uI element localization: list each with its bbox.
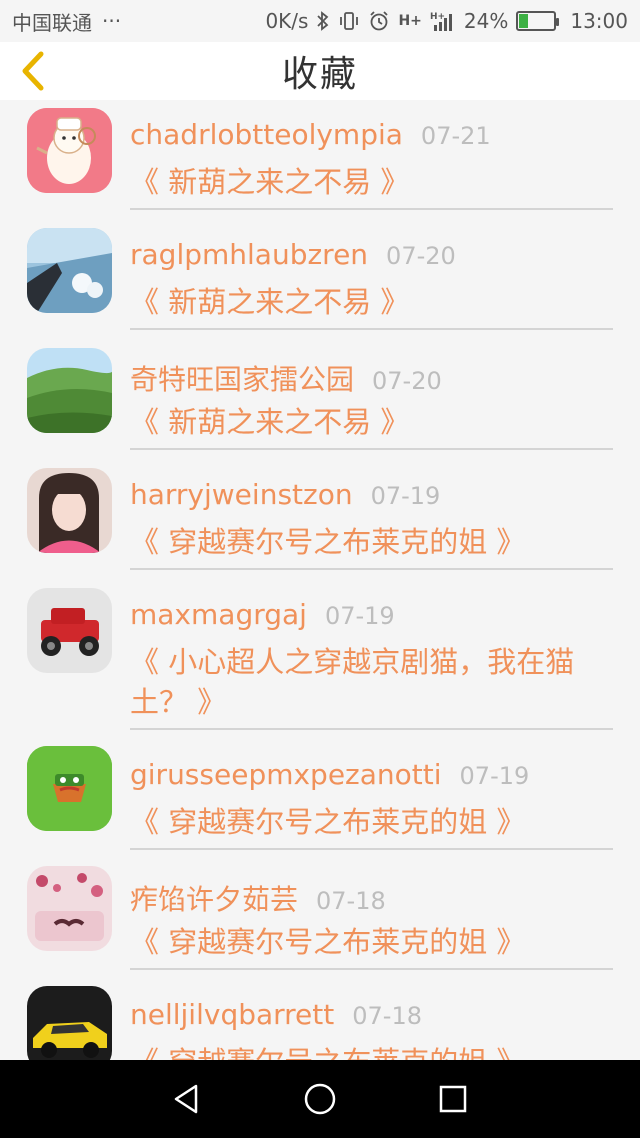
date: 07-19	[370, 482, 441, 510]
date: 07-19	[459, 762, 530, 790]
chevron-left-icon	[22, 51, 44, 91]
user-name: harryjweinstzon	[130, 478, 353, 511]
avatar	[27, 866, 112, 951]
nav-recents-button[interactable]	[423, 1069, 483, 1129]
book-title: 《 穿越赛尔号之布莱克的姐 》	[130, 925, 526, 959]
notification-dots: ···	[102, 9, 122, 33]
header: 收藏	[0, 42, 640, 100]
user-name: maxmagrgaj	[130, 598, 307, 631]
network-speed: 0K/s	[265, 9, 309, 33]
divider	[130, 568, 613, 570]
user-name: nelljilvqbarrett	[130, 998, 335, 1031]
book-title: 《 新葫之来之不易 》	[130, 165, 410, 199]
avatar	[27, 228, 112, 313]
date: 07-20	[372, 367, 442, 395]
avatar	[27, 986, 112, 1060]
favorites-list: chadrlobtteolympia 07-21 《 新葫之来之不易 》 rag…	[0, 100, 640, 1060]
book-title: 《 新葫之来之不易 》	[130, 285, 410, 319]
navigation-bar	[0, 1060, 640, 1138]
status-bar: 中国联通 ··· 0K/s H+ H+ 24% 13:00	[0, 0, 640, 42]
avatar	[27, 108, 112, 193]
book-title: 《 穿越赛尔号之布莱克的姐 》	[130, 525, 526, 559]
signal-bars-icon: H+	[430, 11, 456, 31]
svg-text:H+: H+	[430, 12, 445, 22]
avatar	[27, 746, 112, 831]
page-title: 收藏	[281, 54, 358, 95]
list-item[interactable]: nelljilvqbarrett 07-18 《 穿越赛尔号之布莱克的姐 》	[0, 980, 640, 1060]
user-name: 奇特旺国家擂公园	[130, 363, 355, 396]
square-recents-icon	[440, 1085, 467, 1113]
divider	[130, 728, 613, 730]
battery-percent: 24%	[463, 9, 509, 33]
list-item[interactable]: girusseepmxpezanotti 07-19 《 穿越赛尔号之布莱克的姐…	[0, 740, 640, 860]
divider	[130, 968, 613, 970]
list-item[interactable]: maxmagrgaj 07-19 《 小心超人之穿越京剧猫，我在猫土？ 》	[0, 580, 640, 740]
avatar	[27, 348, 112, 433]
date: 07-18	[352, 1002, 422, 1030]
nav-back-button[interactable]	[157, 1069, 217, 1129]
back-button[interactable]	[10, 48, 56, 94]
book-title: 《 穿越赛尔号之布莱克的姐 》	[130, 1042, 610, 1060]
list-item[interactable]: chadrlobtteolympia 07-21 《 新葫之来之不易 》	[0, 100, 640, 220]
list-item[interactable]: harryjweinstzon 07-19 《 穿越赛尔号之布莱克的姐 》	[0, 460, 640, 580]
divider	[130, 328, 613, 330]
vibrate-icon	[338, 11, 360, 31]
book-title: 《 穿越赛尔号之布莱克的姐 》	[130, 805, 526, 839]
bluetooth-icon	[316, 11, 330, 31]
date: 07-19	[324, 602, 395, 630]
battery-fill	[519, 14, 528, 28]
list-item[interactable]: 奇特旺国家擂公园 07-20 《 新葫之来之不易 》	[0, 340, 640, 460]
book-title: 《 小心超人之穿越京剧猫，我在猫土？ 》	[130, 645, 575, 719]
alarm-icon	[368, 10, 390, 32]
divider	[130, 448, 613, 450]
nav-home-button[interactable]	[290, 1069, 350, 1129]
carrier-label: 中国联通	[12, 10, 92, 35]
user-name: chadrlobtteolympia	[130, 118, 403, 151]
divider	[130, 208, 613, 210]
clock: 13:00	[570, 9, 628, 33]
date: 07-20	[386, 242, 456, 270]
circle-home-icon	[304, 1083, 336, 1115]
date: 07-21	[420, 122, 491, 150]
list-item[interactable]: 痄馅许夕茹芸 07-18 《 穿越赛尔号之布莱克的姐 》	[0, 860, 640, 980]
user-name: girusseepmxpezanotti	[130, 758, 442, 791]
book-title: 《 新葫之来之不易 》	[130, 405, 410, 439]
avatar	[27, 468, 112, 553]
triangle-back-icon	[174, 1084, 197, 1114]
user-name: raglpmhlaubzren	[130, 238, 369, 271]
user-name: 痄馅许夕茹芸	[130, 883, 299, 916]
signal-h-plus-icon: H+	[398, 13, 422, 29]
divider	[130, 848, 613, 850]
date: 07-18	[316, 887, 386, 915]
list-item[interactable]: raglpmhlaubzren 07-20 《 新葫之来之不易 》	[0, 220, 640, 340]
battery-icon	[516, 11, 560, 31]
avatar	[27, 588, 112, 673]
